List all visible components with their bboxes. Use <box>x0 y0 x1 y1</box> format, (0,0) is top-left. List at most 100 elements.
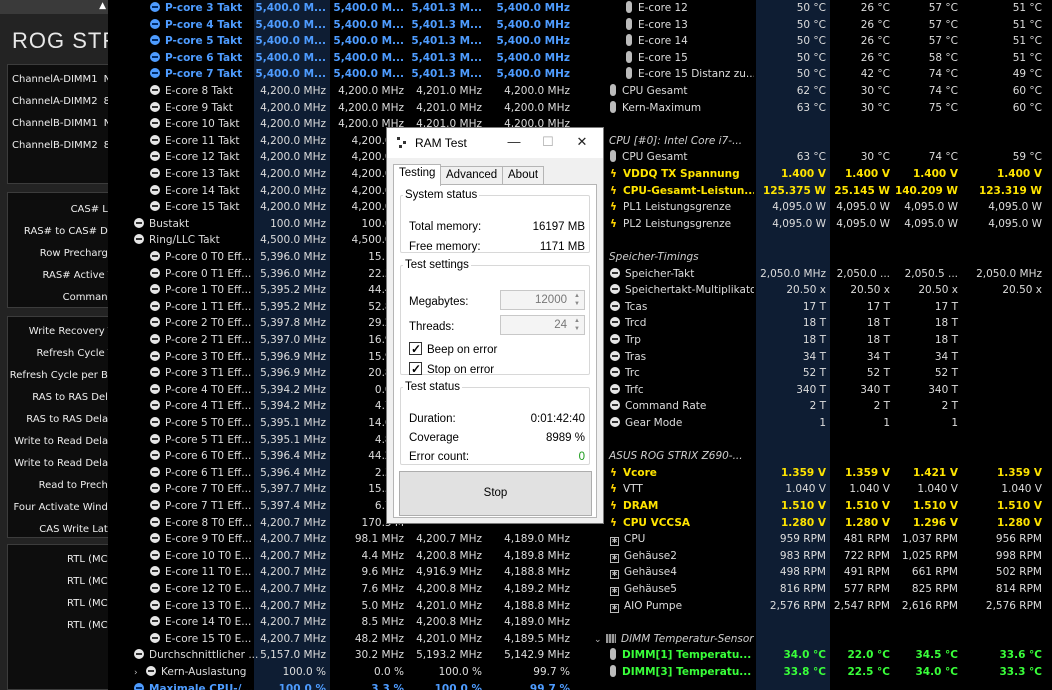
expand-chevron-icon[interactable]: ⌄ <box>594 632 606 649</box>
sensor-row[interactable]: ϟ VTT 1.040 V 1.040 V 1.040 V 1.040 V <box>590 481 1052 498</box>
sensor-row[interactable]: E-core 12 T0 E... 4,200.7 MHz 7.6 MHz 4,200… <box>108 581 576 598</box>
sensor-row[interactable]: Speicher-Takt 2,050.0 MHz 2,050.0 ... 2,050… <box>590 266 1052 283</box>
sensor-name-text: PL2 Leistungsgrenze <box>623 217 732 230</box>
sensor-row[interactable]: ✱ Gehäuse4 498 RPM 491 RPM 661 RPM 502 RPM <box>590 564 1052 581</box>
sensor-row[interactable]: E-core 14 50 °C 26 °C 57 °C 51 °C <box>590 33 1052 50</box>
sensor-name-text: P-core 0 T0 Eff... <box>165 251 252 263</box>
sensor-row[interactable] <box>590 432 1052 449</box>
beep-on-error-checkbox[interactable] <box>409 340 422 358</box>
sensor-row[interactable]: E-core 10 T0 E... 4,200.7 MHz 4.4 MHz 4,200… <box>108 548 576 565</box>
expand-chevron-icon[interactable]: › <box>134 665 146 682</box>
sensor-row[interactable]: E-core 14 T0 E... 4,200.7 MHz 8.5 MHz 4,200… <box>108 614 576 631</box>
sensor-row[interactable]: P-core 7 Takt 5,400.0 M... 5,400.0 M... 5,4… <box>108 66 576 83</box>
avg-value: 49 °C <box>1012 68 1042 81</box>
sensor-row[interactable]: Trc 52 T 52 T 52 T <box>590 365 1052 382</box>
sensor-row[interactable]: ✱ Gehäuse2 983 RPM 722 RPM 1,025 RPM 998 RPM <box>590 548 1052 565</box>
minimize-button[interactable]: — <box>503 132 525 152</box>
sensor-row[interactable]: CPU Gesamt 62 °C 30 °C 74 °C 60 °C <box>590 83 1052 100</box>
sensor-row[interactable]: E-core 9 T0 Eff... 4,200.7 MHz 98.1 MHz 4,2… <box>108 531 576 548</box>
sensor-row[interactable]: E-core 15 50 °C 26 °C 58 °C 51 °C <box>590 50 1052 67</box>
sensor-row[interactable]: ✱ CPU 959 RPM 481 RPM 1,037 RPM 956 RPM <box>590 531 1052 548</box>
sensor-row[interactable] <box>590 614 1052 631</box>
sensor-row[interactable] <box>590 116 1052 133</box>
sensor-row[interactable]: Command Rate 2 T 2 T 2 T <box>590 398 1052 415</box>
rog-title: ROG STR <box>12 28 108 53</box>
sensor-row[interactable]: DIMM[1] Temperatu... 34.0 °C 22.0 °C 34.5 °… <box>590 647 1052 664</box>
test-settings-legend: Test settings <box>405 259 469 271</box>
tab-advanced[interactable]: Advanced <box>440 166 504 185</box>
sensor-row[interactable]: Tras 34 T 34 T 34 T <box>590 349 1052 366</box>
sensor-name: Trp <box>610 332 754 349</box>
sensor-row[interactable]: Maximale CPU-/... 100.0 % 3.3 % 100.0 % 99.7… <box>108 681 576 690</box>
tab-testing[interactable]: Testing <box>393 164 442 186</box>
sensor-row[interactable]: E-core 13 T0 E... 4,200.7 MHz 5.0 MHz 4,201… <box>108 598 576 615</box>
clock-icon <box>150 251 160 261</box>
min-value: 577 RPM <box>843 583 890 595</box>
sensor-row[interactable]: ✱ AIO Pumpe 2,576 RPM 2,547 RPM 2,616 RPM 2,5… <box>590 598 1052 615</box>
scroll-up-arrow-icon[interactable]: ▲ <box>99 1 106 11</box>
current-value: 1.510 V <box>781 500 826 512</box>
stop-on-error-checkbox[interactable] <box>409 360 422 378</box>
clock-icon <box>610 334 620 344</box>
sensor-row[interactable]: Durchschnittlicher ... 5,157.0 MHz 30.2 MH… <box>108 647 576 664</box>
sensor-group-header[interactable]: CPU [#0]: Intel Core i7-... <box>590 133 1052 150</box>
min-value: 30 °C <box>860 101 890 114</box>
sensor-name: Tcas <box>610 299 754 316</box>
sensor-row[interactable]: ϟ Vcore 1.359 V 1.359 V 1.421 V 1.359 V <box>590 465 1052 482</box>
sensor-row[interactable]: ✱ Gehäuse5 816 RPM 577 RPM 825 RPM 814 RPM <box>590 581 1052 598</box>
sensor-row[interactable]: P-core 3 Takt 5,400.0 M... 5,400.0 M... 5,4… <box>108 0 576 17</box>
sensor-group-header[interactable]: ⌄ DIMM Temperatur-Sensor <box>590 631 1052 648</box>
clock-icon <box>150 284 160 295</box>
sensor-row[interactable]: ϟ DRAM 1.510 V 1.510 V 1.510 V 1.510 V <box>590 498 1052 515</box>
clock-icon <box>150 533 160 544</box>
beep-on-error-row[interactable]: Beep on error <box>409 340 585 359</box>
sensor-row[interactable]: ϟ VDDQ TX Spannung 1.400 V 1.400 V 1.400 V 1.… <box>590 166 1052 183</box>
maximize-button[interactable]: ☐ <box>537 132 559 152</box>
min-value: 18 T <box>866 334 890 346</box>
sensor-row[interactable]: P-core 4 Takt 5,400.0 M... 5,400.0 M... 5,4… <box>108 17 576 34</box>
sensor-row[interactable]: E-core 15 Distanz zu... 50 °C 42 °C 74 °C 49… <box>590 66 1052 83</box>
sensor-row[interactable] <box>590 232 1052 249</box>
dialog-titlebar[interactable]: RAM Test — ☐ ✕ <box>387 128 603 158</box>
current-value: 125.375 W <box>762 184 826 197</box>
rog-panel-row: RTL (MC0 <box>67 576 108 587</box>
sensor-row[interactable]: P-core 5 Takt 5,400.0 M... 5,400.0 M... 5,4… <box>108 33 576 50</box>
sensor-group-header[interactable]: ASUS ROG STRIX Z690-... <box>590 448 1052 465</box>
sensor-row[interactable]: DIMM[3] Temperatu... 33.8 °C 22.5 °C 34.0 °… <box>590 664 1052 681</box>
sensor-row[interactable]: Gear Mode 1 1 1 <box>590 415 1052 432</box>
sensor-row[interactable]: Trp 18 T 18 T 18 T <box>590 332 1052 349</box>
sensor-row[interactable]: E-core 15 T0 E... 4,200.7 MHz 48.2 MHz 4,20… <box>108 631 576 648</box>
rog-panel-row: Four Activate Windo <box>13 502 108 513</box>
clock-icon <box>150 516 160 527</box>
min-value: 1.359 V <box>845 466 890 479</box>
tab-about[interactable]: About <box>502 166 545 185</box>
sensor-row[interactable]: Kern-Maximum 63 °C 30 °C 75 °C 60 °C <box>590 100 1052 117</box>
sensor-group-header[interactable]: Speicher-Timings <box>590 249 1052 266</box>
stop-on-error-row[interactable]: Stop on error <box>409 360 585 379</box>
spinner-arrows-icon[interactable]: ▲ ▼ <box>571 317 583 333</box>
sensor-row[interactable]: E-core 11 T0 E... 4,200.7 MHz 9.6 MHz 4,916… <box>108 564 576 581</box>
sensor-row[interactable]: CPU Gesamt 63 °C 30 °C 74 °C 59 °C <box>590 149 1052 166</box>
max-value: 100.0 % <box>434 682 482 690</box>
megabytes-input[interactable]: 12000 ▲ ▼ <box>500 290 585 310</box>
sensor-row[interactable]: E-core 9 Takt 4,200.0 MHz 4,200.0 MHz 4,201… <box>108 100 576 117</box>
threads-input[interactable]: 24 ▲ ▼ <box>500 315 585 335</box>
clock-icon <box>150 300 160 311</box>
stop-button[interactable]: Stop <box>399 471 592 516</box>
sensor-row[interactable]: E-core 12 50 °C 26 °C 57 °C 51 °C <box>590 0 1052 17</box>
sensor-row[interactable]: › Kern-Auslastung 100.0 % 0.0 % 100.0 % 99.7 … <box>108 664 576 681</box>
sensor-row[interactable]: Trfc 340 T 340 T 340 T <box>590 382 1052 399</box>
close-button[interactable]: ✕ <box>571 132 593 152</box>
sensor-row[interactable]: Tcas 17 T 17 T 17 T <box>590 299 1052 316</box>
sensor-row[interactable]: E-core 8 Takt 4,200.0 MHz 4,200.0 MHz 4,201… <box>108 83 576 100</box>
sensor-row[interactable]: P-core 6 Takt 5,400.0 M... 5,400.0 M... 5,4… <box>108 50 576 67</box>
sensor-row[interactable]: E-core 13 50 °C 26 °C 57 °C 51 °C <box>590 17 1052 34</box>
sensor-row[interactable]: ϟ CPU VCCSA 1.280 V 1.280 V 1.296 V 1.280 V <box>590 515 1052 532</box>
sensor-row[interactable]: ϟ PL1 Leistungsgrenze 4,095.0 W 4,095.0 W 4,… <box>590 199 1052 216</box>
sensor-row[interactable]: ϟ CPU-Gesamt-Leistun... 125.375 W 25.145 W 1… <box>590 183 1052 200</box>
spinner-arrows-icon[interactable]: ▲ ▼ <box>571 292 583 308</box>
clock-icon <box>150 549 160 560</box>
sensor-row[interactable]: Trcd 18 T 18 T 18 T <box>590 315 1052 332</box>
sensor-row[interactable]: ϟ PL2 Leistungsgrenze 4,095.0 W 4,095.0 W 4,… <box>590 216 1052 233</box>
sensor-row[interactable]: Speichertakt-Multiplikator 20.50 x 20.50 x… <box>590 282 1052 299</box>
